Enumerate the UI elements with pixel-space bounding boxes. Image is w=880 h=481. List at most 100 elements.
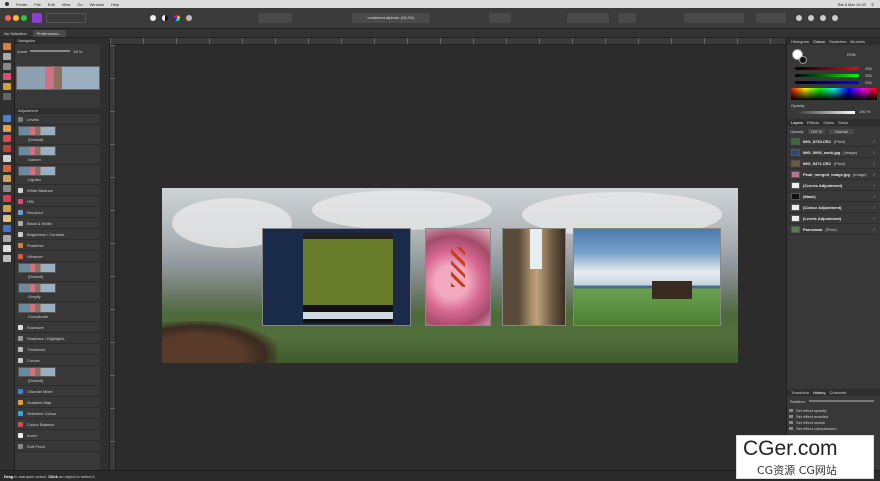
colour-model[interactable]: RGB — [847, 52, 856, 57]
lily-photo[interactable] — [425, 228, 491, 326]
red-value[interactable]: 255 — [865, 66, 872, 71]
zoom-value[interactable]: 18 % — [73, 49, 82, 54]
menu-item-help[interactable]: Help — [111, 2, 119, 7]
layer-row[interactable]: IMG_8733.CR2 (Pixel) ✓ — [789, 136, 879, 147]
menu-item-go[interactable]: Go — [77, 2, 82, 7]
adjustment-preset[interactable]: (Default) — [15, 125, 100, 145]
adjustment-item[interactable]: Invert — [15, 430, 100, 441]
green-slider[interactable] — [795, 74, 859, 77]
tab-brushes[interactable]: Brushes — [850, 39, 865, 44]
adjustment-item[interactable]: Posterise — [15, 240, 100, 251]
snapping-button[interactable] — [618, 13, 636, 23]
layer-row[interactable]: Panorama (Pixel) ✓ — [789, 224, 879, 235]
close-window-icon[interactable] — [5, 15, 11, 21]
tab-histogram[interactable]: Histogram — [791, 39, 809, 44]
adjustment-item[interactable]: Shadows / Highlights — [15, 333, 100, 344]
colour-mode-buttons[interactable] — [567, 13, 609, 23]
colour-spectrum[interactable] — [791, 88, 877, 100]
adjustment-preset[interactable]: Lighten — [15, 165, 100, 185]
node-tool-icon[interactable] — [3, 235, 11, 242]
marquee-tool-icon[interactable] — [3, 93, 11, 100]
zoom-slider[interactable] — [30, 50, 71, 52]
visibility-check-icon[interactable]: ✓ — [873, 183, 876, 188]
layer-row[interactable]: (Levels Adjustment) ✓ — [789, 213, 879, 224]
panorama-image[interactable] — [162, 188, 738, 363]
visibility-check-icon[interactable]: ✓ — [873, 205, 876, 210]
paint-brush-icon[interactable] — [3, 135, 11, 142]
auto-colour-icon[interactable] — [174, 15, 180, 21]
tab-channels[interactable]: Channels — [830, 390, 847, 395]
opacity-slider[interactable] — [795, 111, 855, 114]
eraser-tool-icon[interactable] — [3, 155, 11, 162]
search-icon[interactable]: ⚲ — [871, 2, 874, 7]
adjustment-item[interactable]: HSL — [15, 196, 100, 207]
alley-photo[interactable] — [502, 228, 566, 326]
adjustment-preset[interactable]: Darken — [15, 145, 100, 165]
tab-effects[interactable]: Effects — [807, 120, 819, 125]
red-slider[interactable] — [795, 67, 859, 70]
arrange-buttons[interactable] — [684, 13, 744, 23]
layers-opacity-value[interactable]: 100 % — [807, 128, 825, 134]
layer-row[interactable]: IMG_5471.CR2 (Pixel) ✓ — [789, 158, 879, 169]
adjustment-item[interactable]: Selective Colour — [15, 408, 100, 419]
clone-tool-icon[interactable] — [3, 165, 11, 172]
tab-layers[interactable]: Layers — [791, 120, 803, 125]
adjustment-item[interactable]: Vibrance — [15, 251, 100, 262]
adjustment-item[interactable]: Recolour — [15, 207, 100, 218]
pen-tool-icon[interactable] — [3, 225, 11, 232]
healing-brush-icon[interactable] — [3, 175, 11, 182]
brush-tool-icon[interactable] — [3, 73, 11, 80]
green-value[interactable]: 255 — [865, 73, 872, 78]
adjustment-item[interactable]: Exposure — [15, 322, 100, 333]
adjustment-preset[interactable]: Greyify — [15, 282, 100, 302]
tab-swatches[interactable]: Swatches — [829, 39, 846, 44]
layer-row[interactable]: (Mask) ✓ — [789, 191, 879, 202]
menu-item-view[interactable]: View — [62, 2, 71, 7]
adjustment-preset[interactable]: (Default) — [15, 366, 100, 386]
adjustment-item[interactable]: Black & White — [15, 218, 100, 229]
view-mode-buttons[interactable] — [258, 13, 292, 23]
layer-row[interactable]: (Colour Adjustment) ✓ — [789, 202, 879, 213]
layer-row[interactable]: (Curves Adjustment) ✓ — [789, 180, 879, 191]
adjustment-preset[interactable]: (Default) — [15, 262, 100, 282]
adjustment-item[interactable]: Brightness / Contrast — [15, 229, 100, 240]
assistant-buttons[interactable] — [756, 13, 786, 23]
tab-colour[interactable]: Colour — [813, 39, 825, 44]
menu-item-file[interactable]: File — [34, 2, 40, 7]
blend-mode-select[interactable]: Normal — [828, 128, 854, 134]
adjustment-item[interactable]: Threshold — [15, 344, 100, 355]
visibility-check-icon[interactable]: ✓ — [873, 172, 876, 177]
preferences-button[interactable]: Preferences... — [32, 29, 66, 37]
selection-brush-icon[interactable] — [3, 83, 11, 90]
tab-d-icon[interactable] — [832, 15, 838, 21]
menu-item-finder[interactable]: Finder — [16, 2, 27, 7]
navigator-preview[interactable] — [16, 66, 100, 90]
bench-photo[interactable] — [573, 228, 721, 326]
adjustment-item[interactable]: White Balance — [15, 185, 100, 196]
adjustment-item[interactable]: Channel Mixer — [15, 386, 100, 397]
opacity-value[interactable]: 100 % — [859, 109, 870, 114]
adjustment-item[interactable]: Levels — [15, 114, 100, 125]
secondary-colour-swatch[interactable] — [799, 56, 807, 64]
document-canvas[interactable] — [116, 45, 786, 470]
gradient-tool-icon[interactable] — [3, 125, 11, 132]
blue-slider[interactable] — [795, 81, 859, 84]
rotation-slider[interactable] — [808, 400, 874, 402]
sponge-tool-icon[interactable] — [3, 215, 11, 222]
visibility-check-icon[interactable]: ✓ — [873, 150, 876, 155]
shape-tool-icon[interactable] — [3, 245, 11, 252]
text-tool-icon[interactable] — [3, 255, 11, 262]
tab-styles[interactable]: Styles — [823, 120, 834, 125]
layer-row[interactable]: IMG_0006_work.jpg (Image) ✓ — [789, 147, 879, 158]
menu-item-window[interactable]: Window — [90, 2, 104, 7]
colour-replace-icon[interactable] — [3, 145, 11, 152]
visibility-check-icon[interactable]: ✓ — [873, 161, 876, 166]
visibility-check-icon[interactable]: ✓ — [873, 139, 876, 144]
zoom-window-icon[interactable] — [21, 15, 27, 21]
auto-levels-icon[interactable] — [150, 15, 156, 21]
auto-contrast-icon[interactable] — [162, 15, 168, 21]
panel-scrollbar[interactable] — [100, 38, 110, 470]
minimize-window-icon[interactable] — [13, 15, 19, 21]
auto-white-balance-icon[interactable] — [186, 15, 192, 21]
red-eye-icon[interactable] — [3, 195, 11, 202]
